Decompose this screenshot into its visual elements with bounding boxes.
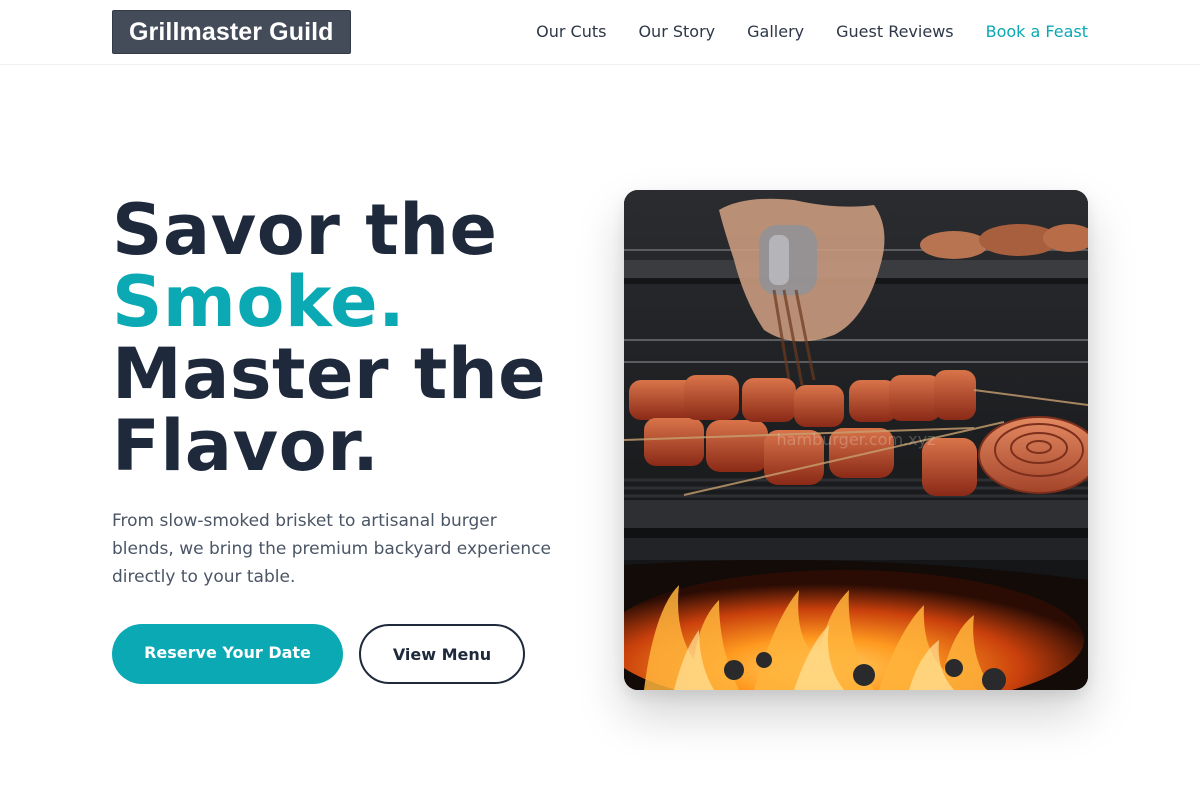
hero-grill-image: hamburger.com.xyz — [624, 190, 1088, 690]
hero-title-line: Savor the — [112, 189, 498, 271]
main-nav: Our Cuts Our Story Gallery Guest Reviews… — [536, 0, 1088, 62]
reserve-date-button[interactable]: Reserve Your Date — [112, 624, 343, 684]
nav-link-guest-reviews[interactable]: Guest Reviews — [836, 22, 954, 41]
site-header: Grillmaster Guild Our Cuts Our Story Gal… — [0, 0, 1200, 65]
nav-link-our-story[interactable]: Our Story — [638, 22, 715, 41]
hero-title-accent: Smoke. — [112, 261, 406, 343]
nav-link-our-cuts[interactable]: Our Cuts — [536, 22, 606, 41]
hero-title-line: Flavor. — [112, 405, 380, 487]
grill-illustration: hamburger.com.xyz — [624, 190, 1088, 690]
nav-link-book-a-feast[interactable]: Book a Feast — [986, 22, 1088, 41]
hero-subtitle: From slow-smoked brisket to artisanal bu… — [112, 511, 552, 587]
view-menu-button[interactable]: View Menu — [359, 624, 525, 684]
hero-title: Savor the Smoke. Master the Flavor. — [112, 194, 612, 482]
image-watermark: hamburger.com.xyz — [777, 430, 936, 449]
hero-title-line: Master the — [112, 333, 547, 415]
brand-logo[interactable]: Grillmaster Guild — [112, 10, 351, 54]
nav-link-gallery[interactable]: Gallery — [747, 22, 804, 41]
